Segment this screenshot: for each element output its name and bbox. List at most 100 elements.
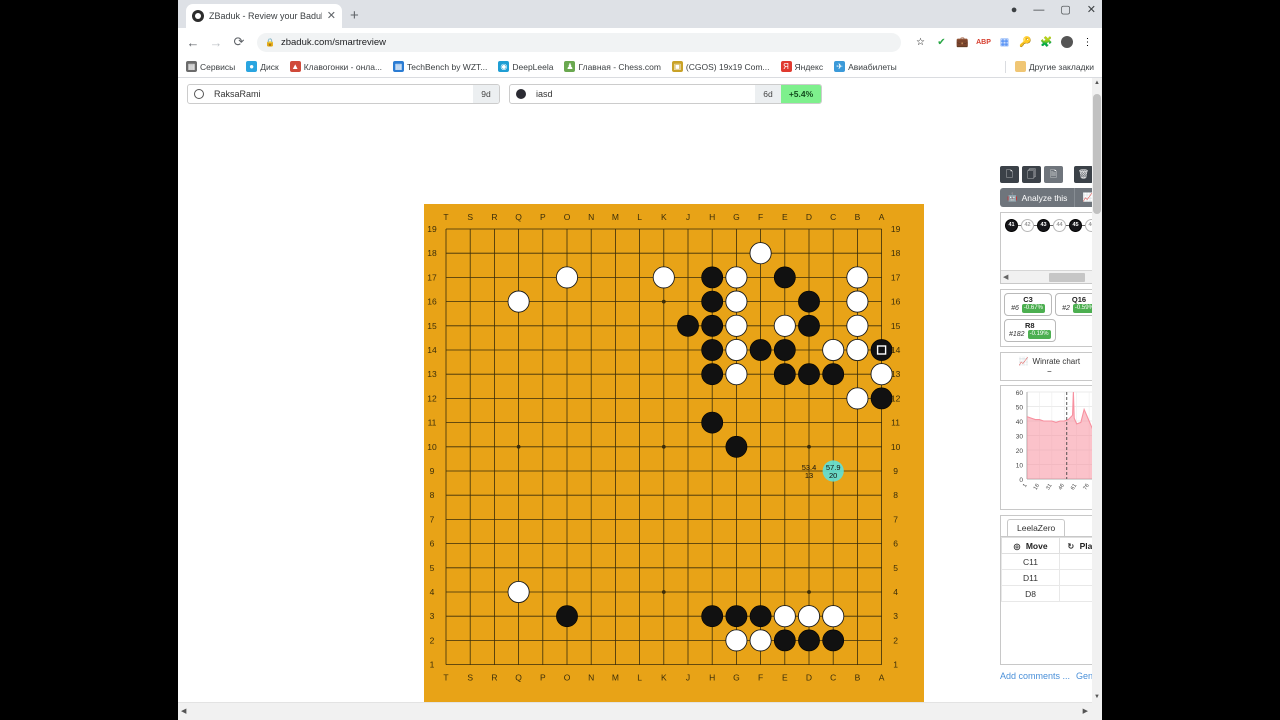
page-body: RaksaRami 9d iasd 6d +5.4% T T S S R R Q Q P P O O N… (178, 78, 1102, 720)
reload-icon[interactable]: ⟳ (232, 34, 246, 50)
apps-grid-icon[interactable]: ▦ (998, 36, 1011, 49)
bookmark-label: (CGOS) 19x19 Com... (685, 61, 770, 72)
move-tree-node[interactable]: 41 (1005, 218, 1018, 232)
move-tree-node[interactable]: 44 (1053, 218, 1066, 232)
other-bookmarks-button[interactable]: Другие закладки (1014, 61, 1094, 72)
go-board[interactable]: T T S S R R Q Q P P O O N N M M L L K K J J H H G G F F E E D D C C B B A A 19… (424, 204, 924, 707)
svg-text:P: P (540, 673, 546, 683)
engine-tab[interactable]: LeelaZero (1007, 519, 1066, 536)
header-move[interactable]: ◎ Move (1001, 537, 1060, 554)
minimize-button[interactable]: — (1033, 4, 1044, 16)
bookmark-label: Диск (260, 61, 279, 72)
variation-move: C3 (1023, 295, 1033, 304)
svg-text:4: 4 (893, 587, 898, 597)
winrate-chart-label: Winrate chart (1032, 357, 1081, 366)
svg-text:R: R (491, 673, 497, 683)
adblock-icon[interactable]: ABP (976, 36, 991, 49)
maximize-button[interactable]: ▢ (1060, 3, 1070, 16)
extension-green-icon[interactable]: ✔ (935, 36, 948, 49)
svg-text:F: F (758, 212, 763, 222)
address-bar[interactable]: 🔒 zbaduk.com/smartreview (257, 32, 901, 52)
bookmark-label: Сервисы (200, 61, 236, 72)
move-tree-node[interactable]: 43 (1037, 218, 1050, 232)
bookmark-item[interactable]: ✈ Авиабилеты (834, 61, 897, 72)
variation-list: C3#6-0.67%Q16#2-0.59%D4#1-0.56%O17#3-0.3… (1000, 289, 1102, 347)
browser-window: ZBaduk - Review your Baduk gam ✕ + ● — ▢… (178, 0, 1102, 720)
cell-move: D8 (1001, 585, 1060, 602)
variation-badge[interactable]: R8 #182 -0.19% (1004, 319, 1056, 342)
copy-button[interactable]: 🗍 (1022, 166, 1041, 183)
new-file-button[interactable]: 🗋 (1000, 166, 1019, 183)
paste-button[interactable]: 🗎 (1044, 166, 1063, 183)
analysis-actions: 🤖 Analyze this 📈 Analyze full game 🔗 Con… (1000, 188, 1102, 207)
delete-button[interactable]: 🗑 (1074, 166, 1093, 183)
analyze-this-button[interactable]: 🤖 Analyze this (1000, 188, 1075, 207)
windows-icon: ▦ (393, 61, 405, 72)
svg-text:E: E (782, 673, 788, 683)
new-tab-button[interactable]: + (350, 7, 359, 24)
bookmark-item[interactable]: ▲ Клавогонки - онла... (289, 61, 382, 72)
scroll-down-icon[interactable]: ▼ (1094, 694, 1100, 700)
move-tree-node[interactable]: 42 (1021, 218, 1034, 232)
scroll-thumb[interactable] (1049, 273, 1085, 282)
winrate-chart[interactable]: 0102030405060116314661769110612113615116… (1000, 385, 1102, 510)
forward-icon[interactable]: → (209, 35, 223, 50)
scroll-up-icon[interactable]: ▲ (1094, 80, 1100, 86)
bookmark-item[interactable]: ▦ Сервисы (186, 61, 235, 72)
svg-text:40: 40 (1016, 419, 1024, 426)
bookmark-label: DeepLeela (512, 61, 554, 72)
svg-text:Q: Q (515, 673, 522, 683)
variation-percent: -0.19% (1027, 330, 1051, 339)
puzzle-icon[interactable]: 🧩 (1040, 36, 1053, 49)
scroll-thumb[interactable] (1093, 94, 1101, 214)
svg-text:G: G (733, 673, 740, 683)
bookmark-item[interactable]: ◉ DeepLeela (498, 61, 553, 72)
table-row[interactable]: D111353.42%+D11 C... (1001, 569, 1102, 586)
svg-text:T: T (443, 212, 448, 222)
toolbar-icons: ☆ ✔ 💼 ABP ▦ 🔑 🧩 ⋮ (914, 36, 1094, 49)
browser-tab[interactable]: ZBaduk - Review your Baduk gam ✕ (186, 4, 342, 28)
extra-icon[interactable]: ● (1011, 4, 1018, 16)
scroll-right-icon[interactable]: ▶ (1083, 707, 1088, 715)
bookmark-item[interactable]: Я Яндекс (780, 61, 823, 72)
bookmark-item[interactable]: ▦ TechBench by WZT... (393, 61, 487, 72)
variation-move: Q16 (1071, 295, 1087, 304)
variation-stats: #182 -0.19% (1009, 330, 1051, 339)
avatar-icon[interactable] (1061, 36, 1073, 48)
add-comments-link[interactable]: Add comments ... (1000, 671, 1070, 681)
horizontal-scrollbar[interactable]: ◀ ▶ (178, 702, 1102, 720)
table-row[interactable]: C112057.87%+C11 E1... (1001, 553, 1102, 570)
table-row[interactable]: D89-+D8 F8... (1001, 585, 1102, 602)
move-tree-node[interactable]: 45 (1069, 218, 1082, 232)
back-icon[interactable]: ← (186, 35, 200, 50)
close-window-button[interactable]: ✕ (1087, 3, 1096, 16)
bookmark-item[interactable]: ● Диск (246, 61, 279, 72)
close-icon[interactable]: ✕ (327, 10, 336, 22)
svg-text:8: 8 (893, 490, 898, 500)
key-icon[interactable]: 🔑 (1019, 36, 1032, 49)
ai-moves-table: ◎ Move ↻ Playouts ✓ Decision (1001, 537, 1102, 602)
cgos-icon: ▣ (671, 61, 683, 72)
svg-text:H: H (709, 212, 715, 222)
star-icon[interactable]: ☆ (914, 36, 927, 49)
winrate-chart-toggle[interactable]: 📈 Winrate chart − (1001, 353, 1099, 380)
svg-text:14: 14 (427, 345, 437, 355)
menu-icon[interactable]: ⋮ (1081, 36, 1094, 49)
table-header-row: ◎ Move ↻ Playouts ✓ Decision (1001, 537, 1102, 554)
svg-text:13: 13 (427, 369, 437, 379)
svg-text:M: M (612, 212, 619, 222)
page-scrollbar[interactable]: ▲ ▼ (1092, 78, 1102, 702)
move-tree[interactable]: 414243444546474849505152535455565758 ▲ ▼… (1000, 212, 1102, 284)
move-tree-stones[interactable]: 414243444546474849505152535455565758 (1005, 216, 1102, 234)
variation-badge[interactable]: C3 #6 -0.67% (1004, 293, 1052, 316)
scroll-left-icon[interactable]: ◀ (1003, 273, 1008, 281)
briefcase-icon[interactable]: 💼 (956, 36, 969, 49)
move-tree-hscrollbar[interactable]: ◀ ▶ (1001, 270, 1102, 283)
target-icon: ◎ (1013, 541, 1021, 551)
bookmark-item[interactable]: ▣ (CGOS) 19x19 Com... (671, 61, 770, 72)
scroll-left-icon[interactable]: ◀ (181, 707, 186, 715)
bookmark-item[interactable]: ♟ Главная - Chess.com (564, 61, 661, 72)
svg-text:P: P (540, 212, 546, 222)
tab-strip: ZBaduk - Review your Baduk gam ✕ + ● — ▢… (178, 0, 1102, 28)
winrate-toggle-icon[interactable]: − (1003, 367, 1096, 376)
